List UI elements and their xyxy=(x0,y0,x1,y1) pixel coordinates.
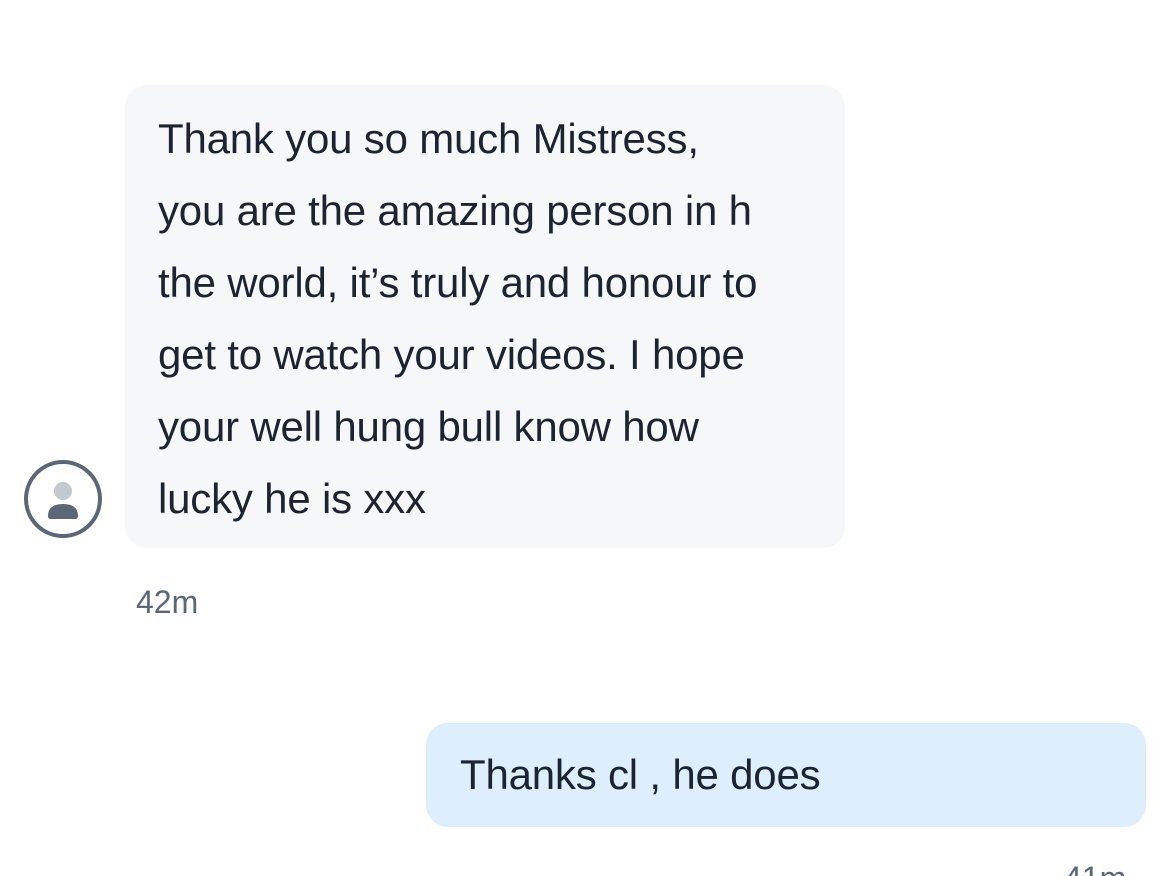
message-line: get to watch your videos. I hope xyxy=(158,331,745,378)
message-line: your well hung bull know how xyxy=(158,403,699,450)
message-line: Thank you so much Mistress, xyxy=(158,115,699,162)
message-line: you are the amazing person in h xyxy=(158,187,752,234)
message-line: lucky he is xxx xyxy=(158,475,426,522)
outgoing-message-timestamp: 41m xyxy=(1064,858,1126,876)
message-line: the world, it’s truly and honour to xyxy=(158,259,758,306)
outgoing-message-bubble[interactable]: Thanks cl , he does xyxy=(426,723,1146,827)
incoming-message-timestamp: 42m xyxy=(136,584,199,620)
default-user-icon xyxy=(48,482,78,519)
message-text: Thanks cl , he does xyxy=(460,751,821,798)
incoming-message-bubble[interactable]: Thank you so much Mistress, you are the … xyxy=(125,85,845,548)
sender-avatar[interactable] xyxy=(24,460,102,538)
chat-thread: Thank you so much Mistress, you are the … xyxy=(0,0,1170,876)
